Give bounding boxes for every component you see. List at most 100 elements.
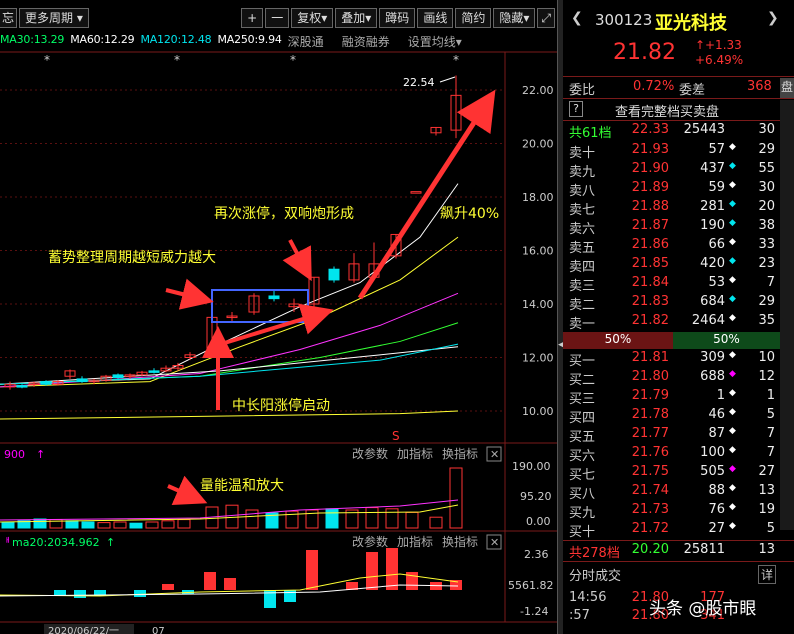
candle-body <box>40 381 52 385</box>
buy-row[interactable]: 买二 21.80 688 ◆ 12 <box>563 369 794 388</box>
macd-bar <box>366 552 378 590</box>
volume-bar <box>33 518 47 529</box>
buy-price: 21.73 <box>631 502 669 517</box>
buy-row[interactable]: 买六 21.76 100 ◆ 7 <box>563 445 794 464</box>
buy-row[interactable]: 买五 21.77 87 ◆ 7 <box>563 426 794 445</box>
buy-price: 21.81 <box>631 350 669 365</box>
buy-volume: 87 <box>708 426 725 441</box>
buy-row[interactable]: 买一 21.81 309 ◆ 10 <box>563 350 794 369</box>
macd-bar <box>306 550 318 590</box>
vol-add-indicator-button[interactable]: 加指标 <box>397 446 433 461</box>
sell-price: 21.85 <box>631 256 669 271</box>
diamond-icon: ◆ <box>729 294 736 304</box>
side-tab-strip[interactable] <box>780 100 794 530</box>
change-percent: +6.49% <box>695 53 744 67</box>
sell-row[interactable]: 卖二 21.83 684 ◆ 29 <box>563 294 794 313</box>
buy-row[interactable]: 买八 21.74 88 ◆ 13 <box>563 483 794 502</box>
left-arrow-icon[interactable]: ❮ <box>571 10 583 26</box>
candle-body <box>410 191 422 194</box>
ticks-detail-button[interactable]: 详 <box>757 565 776 584</box>
buy-count: 10 <box>758 350 775 365</box>
buy-count: 19 <box>758 502 775 517</box>
buy-row[interactable]: 买七 21.75 505 ◆ 27 <box>563 464 794 483</box>
macd-add-indicator-button[interactable]: 加指标 <box>397 534 433 549</box>
full-book-link[interactable]: 查看完整档买卖盘 <box>615 101 719 120</box>
sell-count: 33 <box>758 237 775 252</box>
vol-header-label: 900 <box>4 448 25 461</box>
annotation-start: 中长阳涨停启动 <box>232 397 330 414</box>
buy-volume: 1 <box>716 388 725 403</box>
sell-row[interactable]: 卖四 21.85 420 ◆ 23 <box>563 256 794 275</box>
sell-level-label: 卖九 <box>569 165 596 180</box>
buy-volume: 309 <box>700 350 725 365</box>
buy-row[interactable]: 买十 21.72 27 ◆ 5 <box>563 521 794 540</box>
high-price-label: 22.54 <box>403 76 435 89</box>
buy-row[interactable]: 买四 21.78 46 ◆ 5 <box>563 407 794 426</box>
sell-row[interactable]: 卖十 21.93 57 ◆ 29 <box>563 142 794 161</box>
sell-count: 20 <box>758 199 775 214</box>
right-arrow-icon[interactable]: ❯ <box>767 10 779 26</box>
weicha-label: 委差 <box>679 83 706 98</box>
macd-bar <box>284 590 296 602</box>
help-icon[interactable]: ? <box>569 101 583 117</box>
buy-row[interactable]: 买三 21.79 1 ◆ 1 <box>563 388 794 407</box>
volume-bar <box>129 522 143 529</box>
buy-volume: 46 <box>708 407 725 422</box>
macd-bar <box>134 590 146 597</box>
macd-bar <box>204 572 216 590</box>
sell-price: 21.87 <box>631 218 669 233</box>
macd-bar <box>74 590 86 598</box>
sell-row[interactable]: 卖九 21.90 437 ◆ 55 <box>563 161 794 180</box>
sell-volume: 2464 <box>691 313 725 328</box>
buy-level-label: 买六 <box>569 449 596 464</box>
date-label: 2020/06/22/一 <box>48 626 119 634</box>
kline-panel[interactable]: 忘 更多周期 ▾ + 一 复权▾ 叠加▾ 蹲码 画线 简约 隐藏▾ ⤢ MA30… <box>0 0 557 634</box>
breakout-arrow <box>217 303 334 347</box>
buy-row[interactable]: 买九 21.73 76 ◆ 19 <box>563 502 794 521</box>
candle-body <box>328 268 340 281</box>
weicha-value: 368 <box>747 79 772 94</box>
volume-bar <box>405 511 419 529</box>
ticks-header: 分时成交 详 <box>563 565 794 585</box>
sell-row[interactable]: 卖六 21.87 190 ◆ 38 <box>563 218 794 237</box>
volume-ma-line <box>0 499 459 521</box>
star-marker: * <box>44 53 50 67</box>
close-glyph: ✕ <box>490 448 499 461</box>
sell-volume: 53 <box>708 275 725 290</box>
diamond-icon: ◆ <box>729 237 736 247</box>
sell-row[interactable]: 卖一 21.82 2464 ◆ 35 <box>563 313 794 332</box>
vol-switch-indicator-button[interactable]: 换指标 <box>442 446 478 461</box>
sell-volume: 420 <box>700 256 725 271</box>
volume-bar <box>113 521 127 529</box>
price-row: 21.82 ↑ +1.33 +6.49% <box>563 38 794 70</box>
volume-bar <box>245 509 259 529</box>
date-next-label: 07 <box>152 626 165 634</box>
weibi-row: 委比 0.72% 委差 368 盘 <box>563 78 794 98</box>
full-book-row[interactable]: ? 查看完整档买卖盘 <box>563 101 794 120</box>
macd-switch-indicator-button[interactable]: 换指标 <box>442 534 478 549</box>
candle-body <box>148 370 160 373</box>
pan-tab[interactable]: 盘 <box>780 78 794 98</box>
volume-bar <box>365 507 379 529</box>
sell-row[interactable]: 卖五 21.86 66 ◆ 33 <box>563 237 794 256</box>
macd-params-button[interactable]: 改参数 <box>352 534 388 549</box>
sell-price: 21.86 <box>631 237 669 252</box>
vol-tick: 0.00 <box>526 515 551 528</box>
vol-params-button[interactable]: 改参数 <box>352 446 388 461</box>
price-axis: 22.00 20.00 18.00 16.00 14.00 12.00 10.00 <box>522 84 554 418</box>
diamond-icon: ◆ <box>729 350 736 360</box>
diamond-icon: ◆ <box>729 369 736 379</box>
sell-row[interactable]: 卖七 21.88 281 ◆ 20 <box>563 199 794 218</box>
divider <box>563 120 794 121</box>
sell-level-label: 卖八 <box>569 184 596 199</box>
annotation-surge: 飙升40% <box>440 206 499 222</box>
volume-bar <box>177 519 191 529</box>
diamond-icon: ◆ <box>729 218 736 228</box>
diamond-icon: ◆ <box>729 521 736 531</box>
last-price: 21.82 <box>613 40 676 65</box>
buy-volume: 505 <box>700 464 725 479</box>
sell-row[interactable]: 卖三 21.84 53 ◆ 7 <box>563 275 794 294</box>
sell-level-label: 卖四 <box>569 260 596 275</box>
sell-total-count: 30 <box>758 122 775 137</box>
sell-row[interactable]: 卖八 21.89 59 ◆ 30 <box>563 180 794 199</box>
